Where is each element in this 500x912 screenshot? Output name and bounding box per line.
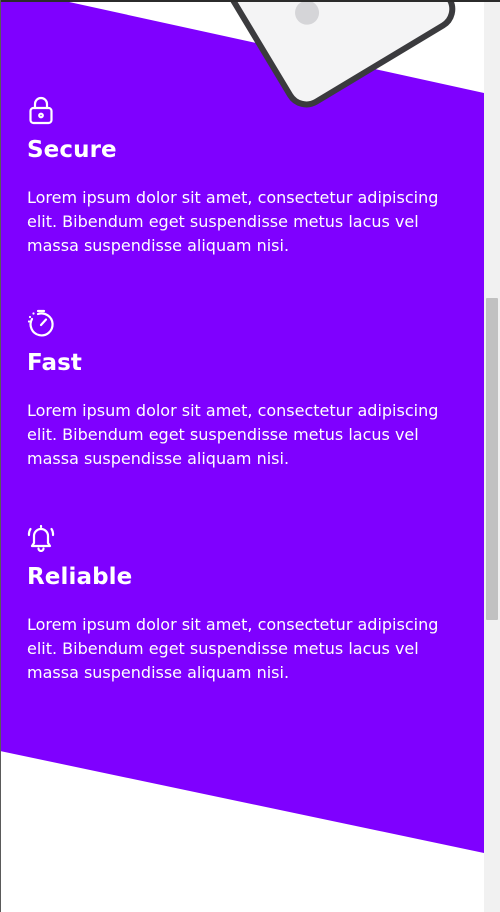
bell-ringing-icon [27, 522, 55, 552]
stopwatch-icon [27, 308, 55, 338]
feature-reliable: Reliable Lorem ipsum dolor sit amet, con… [27, 522, 447, 682]
lock-icon [27, 95, 55, 125]
feature-secure: Secure Lorem ipsum dolor sit amet, conse… [27, 95, 447, 255]
phone-camera-dot [290, 0, 324, 30]
feature-fast: Fast Lorem ipsum dolor sit amet, consect… [27, 308, 447, 468]
scrollbar-thumb[interactable] [486, 298, 498, 620]
feature-title-secure: Secure [27, 137, 117, 163]
viewport-left-edge [0, 0, 1, 912]
feature-title-reliable: Reliable [27, 564, 133, 590]
feature-text-secure: Lorem ipsum dolor sit amet, consectetur … [27, 188, 439, 255]
feature-title-fast: Fast [27, 350, 82, 376]
feature-text-fast: Lorem ipsum dolor sit amet, consectetur … [27, 401, 439, 468]
feature-text-reliable: Lorem ipsum dolor sit amet, consectetur … [27, 615, 439, 682]
viewport-top-edge [0, 0, 500, 2]
